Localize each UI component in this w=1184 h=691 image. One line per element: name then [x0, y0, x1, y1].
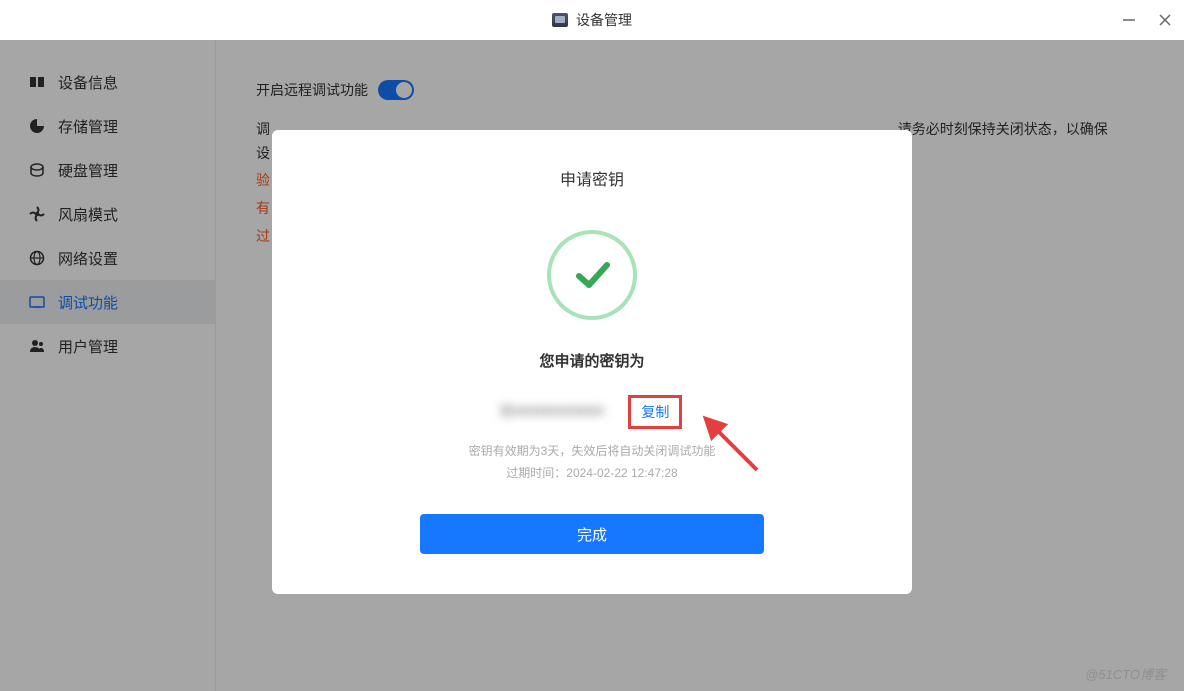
apply-key-modal: 申请密钥 您申请的密钥为 K••••••••••••••• 复制 密钥有效期为3… — [272, 130, 912, 594]
watermark: @51CTO博客 — [1085, 664, 1166, 683]
copy-button[interactable]: 复制 — [628, 395, 682, 429]
titlebar: 设备管理 — [0, 0, 1184, 40]
success-icon — [547, 230, 637, 320]
key-value: K••••••••••••••• — [502, 403, 605, 421]
checkmark-icon — [569, 252, 615, 298]
done-button[interactable]: 完成 — [420, 514, 764, 554]
key-row: K••••••••••••••• 复制 — [302, 395, 882, 429]
modal-overlay: 申请密钥 您申请的密钥为 K••••••••••••••• 复制 密钥有效期为3… — [0, 40, 1184, 691]
minimize-button[interactable] — [1120, 11, 1138, 29]
window-title: 设备管理 — [576, 10, 632, 30]
expire-info: 密钥有效期为3天，失效后将自动关闭调试功能 过期时间：2024-02-22 12… — [302, 441, 882, 484]
window-title-wrap: 设备管理 — [552, 10, 632, 30]
expire-line-1: 密钥有效期为3天，失效后将自动关闭调试功能 — [302, 441, 882, 463]
app-icon — [552, 13, 568, 27]
close-button[interactable] — [1156, 11, 1174, 29]
window-controls — [1120, 0, 1174, 39]
expire-line-2: 过期时间：2024-02-22 12:47:28 — [302, 463, 882, 485]
modal-title: 申请密钥 — [302, 166, 882, 190]
key-label: 您申请的密钥为 — [302, 350, 882, 371]
